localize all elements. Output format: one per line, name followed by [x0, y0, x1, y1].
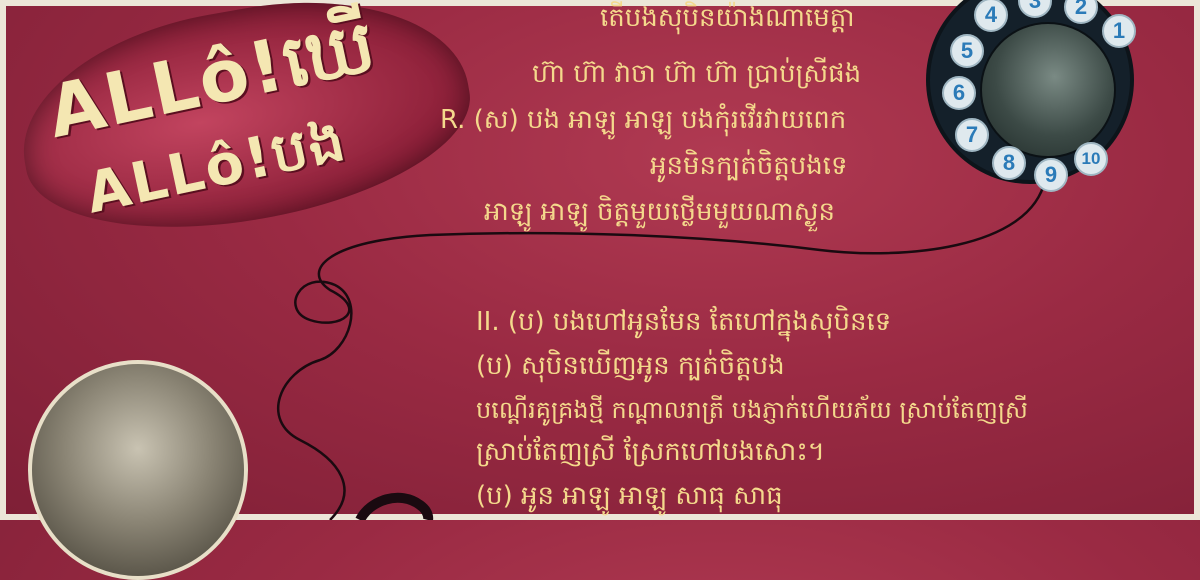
dial-digit: 9	[1034, 158, 1068, 192]
dial-digit: 8	[992, 146, 1026, 180]
lyrics-line: ហ៊ា ហ៊ា វាចា ហ៊ា ហ៊ា ប្រាប់ស្រីផង	[532, 59, 862, 89]
dial-digit: 5	[950, 34, 984, 68]
lyrics-line: II. (ប) បងហៅអូនមែន តែហៅក្នុងសុបិនទេ	[476, 307, 892, 337]
man-photo	[28, 360, 248, 580]
dial-digit: 6	[942, 76, 976, 110]
lyrics-line: ស្រាប់តែញស្រី ស្រែកហៅបងសោះ។	[476, 437, 825, 467]
dial-digit: 10	[1074, 142, 1108, 176]
dial-digit: 7	[955, 118, 989, 152]
lyrics-line: (ប) សុបិនឃើញអូន ក្បត់ចិត្តបង	[476, 351, 785, 381]
lyrics-line: អាឡូ អាឡូ ចិត្តមួយថ្លើមមួយណាស្ងួន	[484, 197, 836, 227]
dial-digit: 1	[1102, 14, 1136, 48]
lyrics-line: បណ្តើរគូគ្រងថ្មី កណ្តាលរាត្រី បងភ្ញាក់ហើ…	[476, 396, 1028, 424]
woman-photo	[980, 22, 1116, 158]
lyrics-line: (ប) អូន អាឡូ អាឡូ សាធុ សាធុ	[476, 481, 783, 511]
lyrics-line: អូនមិនក្បត់ចិត្តបងទេ	[650, 151, 848, 181]
lyrics-line: តើបងសុបិនយ៉ាងណាមេត្តា	[600, 3, 855, 33]
lyrics-line: R. (ស) បង អាឡូ អាឡូ បងកុំរវើរវាយពេក	[440, 105, 847, 135]
